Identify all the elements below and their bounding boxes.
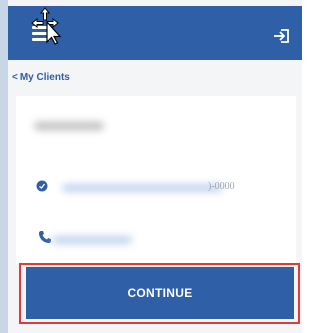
location-pin-icon [36, 180, 48, 192]
chevron-left-icon: < [12, 72, 18, 83]
redacted-phone-secondary [52, 236, 132, 244]
back-to-my-clients-link[interactable]: < My Clients [12, 72, 70, 83]
redacted-phone-primary [62, 184, 222, 192]
phone-suffix-text: )-0000 [208, 181, 235, 192]
sign-out-icon[interactable] [272, 26, 292, 46]
phone-icon[interactable] [38, 230, 52, 244]
client-card: )-0000 [16, 96, 296, 264]
back-link-label: My Clients [19, 72, 70, 83]
redacted-client-name [34, 122, 104, 130]
continue-button[interactable]: CONTINUE [26, 267, 294, 319]
move-cursor-icon [31, 7, 62, 45]
